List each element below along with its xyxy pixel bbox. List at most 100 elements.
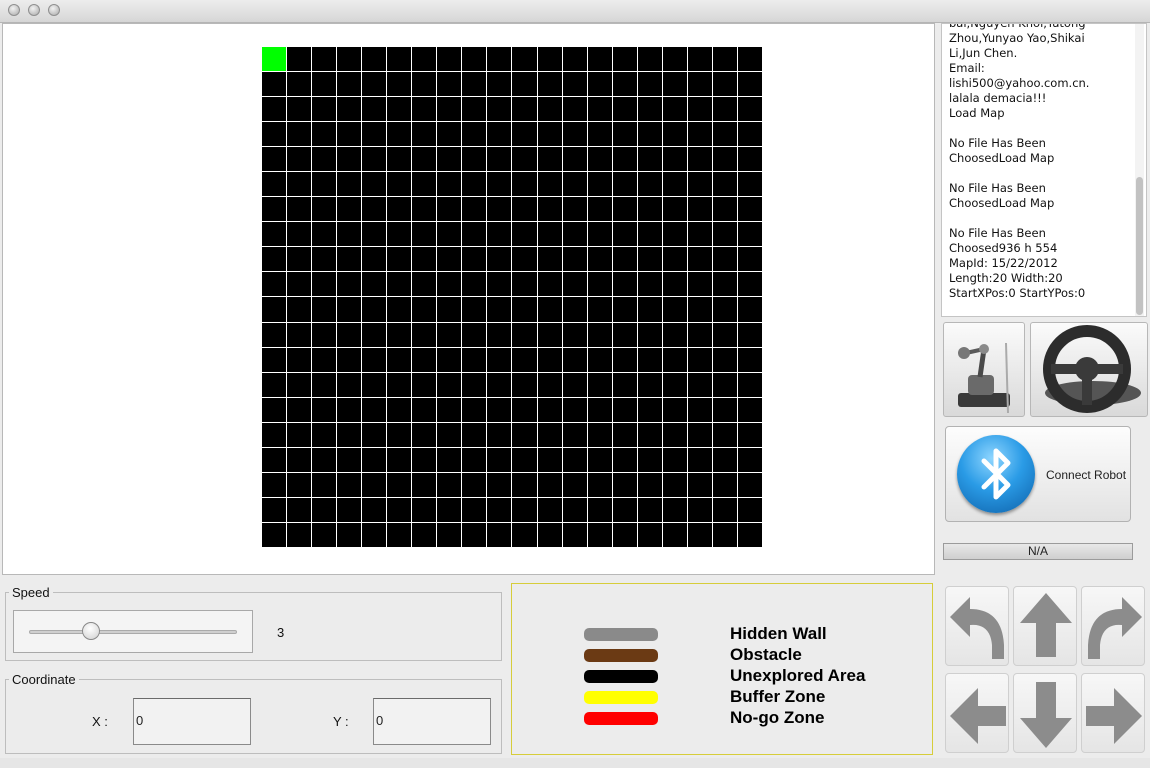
map-cell[interactable] <box>412 122 437 147</box>
map-cell[interactable] <box>487 47 512 72</box>
map-cell[interactable] <box>537 122 562 147</box>
map-cell[interactable] <box>537 472 562 497</box>
map-cell[interactable] <box>637 172 662 197</box>
map-cell[interactable] <box>487 522 512 547</box>
map-cell[interactable] <box>487 172 512 197</box>
map-cell[interactable] <box>287 347 312 372</box>
map-cell[interactable] <box>637 522 662 547</box>
map-cell[interactable] <box>337 47 362 72</box>
map-cell[interactable] <box>612 97 637 122</box>
map-cell[interactable] <box>412 522 437 547</box>
map-cell[interactable] <box>562 522 587 547</box>
map-cell[interactable] <box>337 247 362 272</box>
move-left-button[interactable] <box>945 673 1009 753</box>
map-cell[interactable] <box>262 122 287 147</box>
y-coordinate-field[interactable]: 0 <box>373 698 491 745</box>
map-cell[interactable] <box>562 122 587 147</box>
map-cell[interactable] <box>362 247 387 272</box>
map-cell[interactable] <box>337 497 362 522</box>
map-cell[interactable] <box>437 372 462 397</box>
map-cell[interactable] <box>412 222 437 247</box>
map-cell[interactable] <box>312 497 337 522</box>
move-right-button[interactable] <box>1081 673 1145 753</box>
map-cell[interactable] <box>737 197 762 222</box>
map-cell[interactable] <box>437 222 462 247</box>
map-cell[interactable] <box>737 247 762 272</box>
map-cell[interactable] <box>362 372 387 397</box>
map-cell[interactable] <box>287 147 312 172</box>
map-cell[interactable] <box>712 147 737 172</box>
map-cell[interactable] <box>687 322 712 347</box>
map-cell[interactable] <box>487 472 512 497</box>
map-cell[interactable] <box>737 72 762 97</box>
map-cell[interactable] <box>562 247 587 272</box>
map-cell[interactable] <box>362 222 387 247</box>
map-cell[interactable] <box>612 247 637 272</box>
map-cell[interactable] <box>437 97 462 122</box>
map-cell[interactable] <box>512 247 537 272</box>
map-cell[interactable] <box>712 272 737 297</box>
map-cell[interactable] <box>487 347 512 372</box>
map-cell[interactable] <box>262 172 287 197</box>
map-cell[interactable] <box>337 297 362 322</box>
map-cell[interactable] <box>437 297 462 322</box>
map-cell[interactable] <box>387 47 412 72</box>
map-cell[interactable] <box>287 447 312 472</box>
map-cell[interactable] <box>462 447 487 472</box>
map-cell[interactable] <box>287 322 312 347</box>
map-cell[interactable] <box>587 247 612 272</box>
map-cell[interactable] <box>512 222 537 247</box>
map-cell[interactable] <box>312 422 337 447</box>
map-cell[interactable] <box>612 422 637 447</box>
map-cell[interactable] <box>462 47 487 72</box>
map-cell[interactable] <box>587 122 612 147</box>
map-cell[interactable] <box>487 272 512 297</box>
map-cell[interactable] <box>662 472 687 497</box>
map-cell[interactable] <box>362 472 387 497</box>
map-cell[interactable] <box>687 497 712 522</box>
map-cell[interactable] <box>337 347 362 372</box>
map-cell[interactable] <box>437 447 462 472</box>
map-cell[interactable] <box>362 422 387 447</box>
map-cell[interactable] <box>487 147 512 172</box>
map-cell[interactable] <box>287 272 312 297</box>
map-cell[interactable] <box>337 222 362 247</box>
map-cell[interactable] <box>562 397 587 422</box>
map-cell[interactable] <box>637 372 662 397</box>
map-cell[interactable] <box>387 472 412 497</box>
map-cell[interactable] <box>712 472 737 497</box>
map-cell[interactable] <box>412 397 437 422</box>
map-cell[interactable] <box>587 172 612 197</box>
map-cell[interactable] <box>637 297 662 322</box>
map-cell[interactable] <box>562 372 587 397</box>
map-cell[interactable] <box>662 522 687 547</box>
map-cell[interactable] <box>287 122 312 147</box>
map-cell[interactable] <box>687 172 712 197</box>
map-cell[interactable] <box>612 222 637 247</box>
map-cell[interactable] <box>562 72 587 97</box>
map-cell[interactable] <box>337 147 362 172</box>
map-cell[interactable] <box>437 472 462 497</box>
map-cell[interactable] <box>712 247 737 272</box>
map-cell[interactable] <box>337 422 362 447</box>
map-cell[interactable] <box>437 47 462 72</box>
map-cell[interactable] <box>537 147 562 172</box>
map-cell[interactable] <box>687 297 712 322</box>
map-cell[interactable] <box>337 397 362 422</box>
map-cell[interactable] <box>637 497 662 522</box>
map-cell[interactable] <box>562 222 587 247</box>
map-cell[interactable] <box>362 122 387 147</box>
map-cell[interactable] <box>537 322 562 347</box>
map-cell[interactable] <box>262 447 287 472</box>
map-cell[interactable] <box>387 122 412 147</box>
map-cell[interactable] <box>387 72 412 97</box>
map-cell[interactable] <box>512 97 537 122</box>
turn-right-button[interactable] <box>1081 586 1145 666</box>
map-cell[interactable] <box>387 97 412 122</box>
map-cell[interactable] <box>487 122 512 147</box>
map-cell[interactable] <box>462 347 487 372</box>
map-cell[interactable] <box>337 197 362 222</box>
map-cell[interactable] <box>637 322 662 347</box>
map-cell[interactable] <box>737 222 762 247</box>
map-cell[interactable] <box>462 147 487 172</box>
